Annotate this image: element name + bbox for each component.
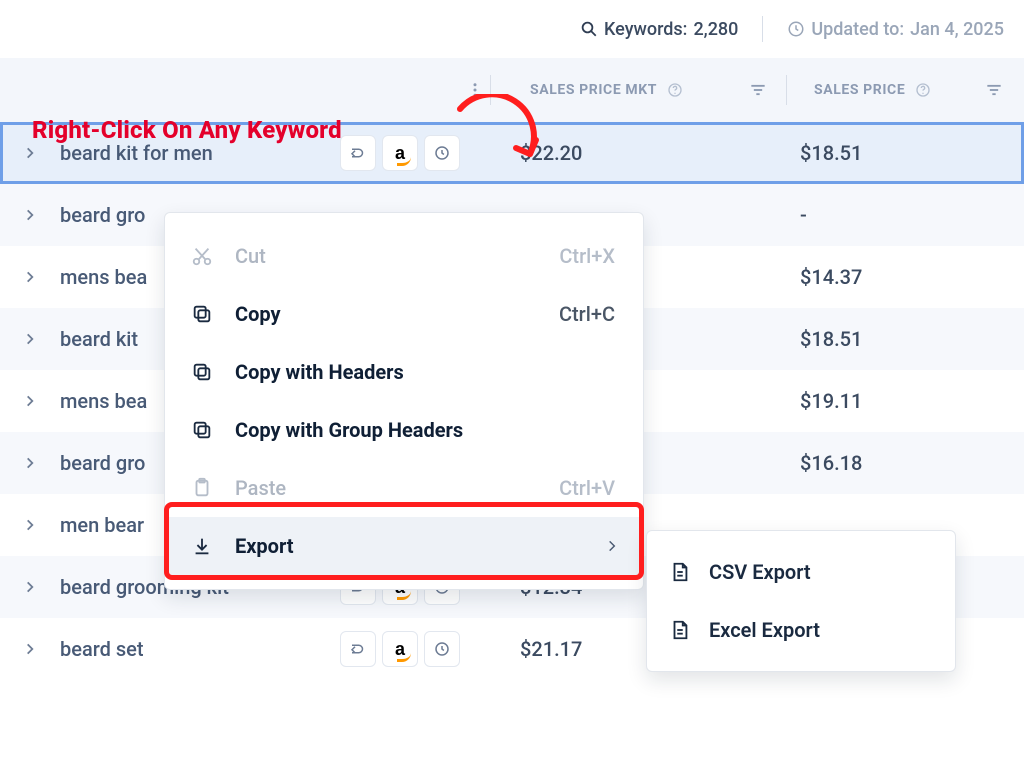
updated-info: Updated to: Jan 4, 2025 — [787, 19, 1004, 40]
export-excel[interactable]: Excel Export — [647, 601, 955, 659]
amazon-icon[interactable]: a — [382, 135, 418, 171]
sales-price-value: $16.18 — [790, 451, 1024, 475]
expand-icon[interactable] — [0, 518, 60, 532]
ctx-cut-shortcut: Ctrl+X — [559, 244, 615, 268]
expand-icon[interactable] — [0, 456, 60, 470]
column-divider — [786, 75, 787, 105]
help-icon[interactable] — [915, 82, 931, 98]
copy-icon — [189, 361, 215, 383]
ctx-paste-label: Paste — [235, 476, 286, 500]
history-icon[interactable] — [424, 631, 460, 667]
help-icon[interactable] — [667, 82, 683, 98]
keywords-count: 2,280 — [693, 19, 738, 40]
export-submenu: CSV Export Excel Export — [646, 530, 956, 672]
copy-icon — [189, 303, 215, 325]
table-header: SALES PRICE MKT SALES PRICE — [0, 58, 1024, 122]
column-menu-icon[interactable] — [466, 81, 484, 99]
keywords-label: Keywords: — [604, 19, 687, 40]
export-csv-label: CSV Export — [709, 560, 811, 584]
copy-icon — [189, 419, 215, 441]
ctx-export-label: Export — [235, 534, 294, 558]
search-icon — [580, 20, 598, 38]
ctx-copy-headers-label: Copy with Headers — [235, 360, 404, 384]
ctx-paste: Paste Ctrl+V — [165, 459, 643, 517]
source-icon[interactable] — [340, 135, 376, 171]
ctx-cut: Cut Ctrl+X — [165, 227, 643, 285]
annotation-text: Right-Click On Any Keyword — [32, 116, 342, 144]
ctx-paste-shortcut: Ctrl+V — [559, 476, 615, 500]
file-icon — [669, 619, 691, 641]
sales-price-mkt-value: $22.20 — [500, 141, 790, 165]
ctx-copy-shortcut: Ctrl+C — [559, 302, 615, 326]
row-icons: a — [340, 631, 500, 667]
download-icon — [189, 535, 215, 557]
file-icon — [669, 561, 691, 583]
history-icon[interactable] — [424, 135, 460, 171]
paste-icon — [189, 477, 215, 499]
info-bar: Keywords: 2,280 Updated to: Jan 4, 2025 — [0, 0, 1024, 58]
sales-price-value: $18.51 — [790, 141, 1024, 165]
clock-icon — [787, 20, 805, 38]
ctx-copy-headers[interactable]: Copy with Headers — [165, 343, 643, 401]
filter-icon[interactable] — [984, 80, 1004, 100]
cut-icon — [189, 245, 215, 267]
ctx-copy-label: Copy — [235, 302, 281, 326]
ctx-copy-group-headers-label: Copy with Group Headers — [235, 418, 463, 442]
column-sales-price-label: SALES PRICE — [814, 82, 905, 98]
filter-icon[interactable] — [748, 80, 768, 100]
expand-icon[interactable] — [0, 332, 60, 346]
ctx-copy-group-headers[interactable]: Copy with Group Headers — [165, 401, 643, 459]
expand-icon[interactable] — [0, 270, 60, 284]
info-divider — [762, 16, 763, 42]
sales-price-value: $18.51 — [790, 327, 1024, 351]
ctx-cut-label: Cut — [235, 244, 266, 268]
ctx-copy[interactable]: Copy Ctrl+C — [165, 285, 643, 343]
updated-date: Jan 4, 2025 — [910, 19, 1004, 40]
expand-icon[interactable] — [0, 642, 60, 656]
export-excel-label: Excel Export — [709, 618, 820, 642]
source-icon[interactable] — [340, 631, 376, 667]
expand-icon[interactable] — [0, 394, 60, 408]
column-divider — [490, 75, 491, 105]
amazon-icon[interactable]: a — [382, 631, 418, 667]
row-icons: a — [340, 135, 500, 171]
sales-price-value: - — [790, 203, 1024, 227]
ctx-export[interactable]: Export — [165, 517, 643, 575]
expand-icon[interactable] — [0, 580, 60, 594]
updated-label: Updated to: — [811, 19, 904, 40]
keyword-count: Keywords: 2,280 — [580, 19, 738, 40]
expand-icon[interactable] — [0, 146, 60, 160]
sales-price-value: $19.11 — [790, 389, 1024, 413]
context-menu: Cut Ctrl+X Copy Ctrl+C Copy with Headers… — [164, 212, 644, 590]
keyword-text: beard set — [60, 637, 340, 661]
column-sales-price-mkt-label: SALES PRICE MKT — [530, 82, 657, 98]
sales-price-value: $14.37 — [790, 265, 1024, 289]
export-csv[interactable]: CSV Export — [647, 543, 955, 601]
expand-icon[interactable] — [0, 208, 60, 222]
keyword-text: beard kit for men — [60, 141, 340, 165]
chevron-right-icon — [605, 539, 619, 553]
